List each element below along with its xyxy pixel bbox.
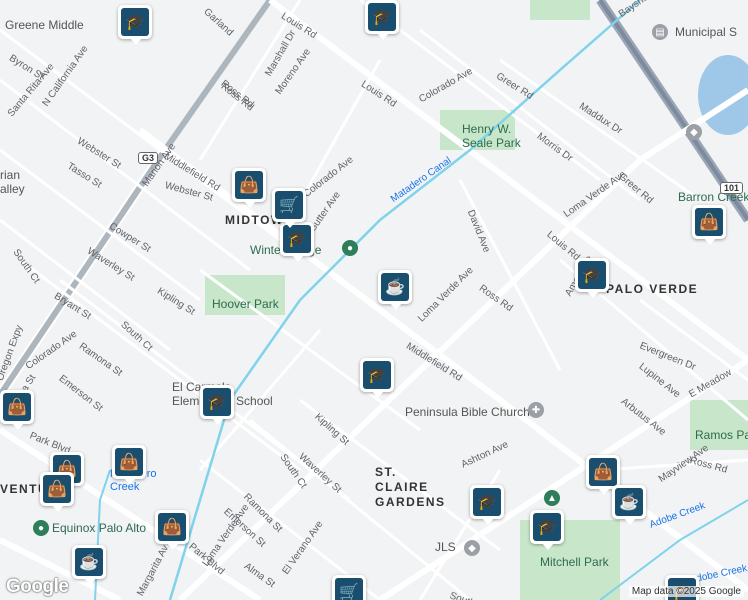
school-icon: 🎓 xyxy=(283,225,311,253)
school-icon: 🎓 xyxy=(533,513,561,541)
place-equinox[interactable]: Equinox Palo Alto xyxy=(52,521,146,535)
shopping-bag-icon: 👜 xyxy=(43,475,71,503)
coffee-icon: ☕ xyxy=(615,488,643,516)
place-greene-middle[interactable]: Greene Middle xyxy=(5,18,84,32)
place-alley: alley xyxy=(0,182,25,196)
school-icon: 🎓 xyxy=(363,361,391,389)
place-hoover-park[interactable]: Hoover Park xyxy=(212,297,279,311)
map-marker[interactable]: 👜 xyxy=(0,390,34,430)
shopping-bag-icon: 👜 xyxy=(695,208,723,236)
place-dot-jls: ◆ xyxy=(464,540,480,556)
place-mitchell-park[interactable]: Mitchell Park xyxy=(540,555,609,569)
map-marker[interactable]: 🛒 xyxy=(272,188,306,228)
area-st-claire-gardens: ST. CLAIRE GARDENS xyxy=(375,465,446,509)
highway-shield-g3: G3 xyxy=(138,152,159,164)
map-marker[interactable]: 🎓 xyxy=(360,358,394,398)
map-marker[interactable]: 👜 xyxy=(155,510,189,550)
school-icon: 🎓 xyxy=(121,8,149,36)
map-marker[interactable]: 🎓 xyxy=(470,485,504,525)
map-marker[interactable]: 👜 xyxy=(40,472,74,512)
place-municipal[interactable]: Municipal S xyxy=(675,25,737,39)
shopping-bag-icon: 👜 xyxy=(115,448,143,476)
coffee-icon: ☕ xyxy=(75,548,103,576)
map-marker[interactable]: 🎓 xyxy=(365,0,399,40)
place-dot-park: ▲ xyxy=(544,490,560,506)
shopping-bag-icon: 👜 xyxy=(589,458,617,486)
map-marker[interactable]: 👜 xyxy=(112,445,146,485)
shopping-bag-icon: 👜 xyxy=(235,171,263,199)
place-dot-winter-lodge: ● xyxy=(342,240,358,256)
map-marker[interactable]: 🎓 xyxy=(118,5,152,45)
map-marker[interactable]: 👜 xyxy=(692,205,726,245)
map-marker[interactable]: ☕ xyxy=(378,270,412,310)
school-icon: 🎓 xyxy=(203,388,231,416)
map-marker[interactable]: 👜 xyxy=(232,168,266,208)
google-logo: Google xyxy=(6,576,69,597)
map-marker[interactable]: 🎓 xyxy=(200,385,234,425)
shopping-bag-icon: 👜 xyxy=(158,513,186,541)
place-peninsula-bible-church[interactable]: Peninsula Bible Church xyxy=(405,405,530,419)
coffee-icon: ☕ xyxy=(381,273,409,301)
place-henry-seale-park[interactable]: Henry W. Seale Park xyxy=(462,122,532,150)
place-dot-school: ◆ xyxy=(686,124,702,140)
place-dot-equinox: ● xyxy=(33,520,49,536)
place-rian: rian xyxy=(0,168,21,182)
place-dot-municipal: ▤ xyxy=(652,24,668,40)
map-copyright: Map data ©2025 Google xyxy=(628,586,744,597)
map-marker[interactable]: 👜 xyxy=(586,455,620,495)
place-dot-church: ✚ xyxy=(528,402,544,418)
highway-shield-101: 101 xyxy=(720,182,744,194)
map-marker[interactable]: ☕ xyxy=(72,545,106,585)
place-ramos-park[interactable]: Ramos Park xyxy=(695,428,748,442)
area-palo-verde: PALO VERDE xyxy=(606,282,699,296)
map-marker[interactable]: 🛒 xyxy=(332,575,366,600)
cart-icon: 🛒 xyxy=(335,578,363,600)
map-marker[interactable]: 🎓 xyxy=(575,258,609,298)
map-marker[interactable]: ☕ xyxy=(612,485,646,525)
shopping-bag-icon: 👜 xyxy=(3,393,31,421)
school-icon: 🎓 xyxy=(473,488,501,516)
map-canvas[interactable]: Louis Rd Louis Rd Louis Rd Colorado Ave Gree… xyxy=(0,0,748,600)
school-icon: 🎓 xyxy=(578,261,606,289)
place-jls[interactable]: JLS xyxy=(435,540,456,554)
school-icon: 🎓 xyxy=(368,3,396,31)
map-marker[interactable]: 🎓 xyxy=(530,510,564,550)
cart-icon: 🛒 xyxy=(275,191,303,219)
